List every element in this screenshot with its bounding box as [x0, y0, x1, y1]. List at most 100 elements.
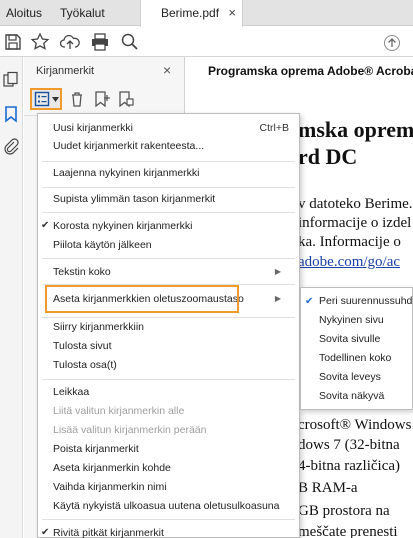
default-zoom-submenu: ✔ Peri suurennussuhde Nykyinen sivu Sovi…	[300, 287, 413, 410]
menu-item-label: Käytä nykyistä ulkoasua uutena oletusulk…	[53, 500, 280, 512]
bookmark-tag-icon[interactable]	[118, 91, 134, 107]
menu-item-label: Vaihda kirjanmerkin nimi	[53, 481, 167, 493]
document-text-line: meščate prenesti	[298, 524, 398, 538]
document-text-line: 4-bitna različica)	[298, 458, 401, 474]
options-icon	[34, 91, 50, 107]
tab-tools[interactable]: Työkalut	[60, 0, 105, 26]
panel-title: Kirjanmerkit	[36, 65, 95, 77]
left-rail	[0, 57, 23, 538]
menu-separator	[42, 519, 295, 520]
menu-item-cut[interactable]: Leikkaa	[38, 382, 299, 402]
menu-item-label: Poista kirjanmerkit	[53, 443, 139, 455]
highlight-frame	[45, 285, 239, 313]
document-text-line: B RAM-a	[298, 480, 358, 496]
submenu-item-label: Nykyinen sivu	[319, 314, 384, 326]
menu-item-paste-under[interactable]: Liitä valitun kirjanmerkin alle	[38, 401, 299, 421]
menu-item-print-sections[interactable]: Tulosta osa(t)	[38, 355, 299, 375]
menu-separator	[42, 161, 295, 162]
submenu-item-fit-visible[interactable]: Sovita näkyvä	[301, 387, 412, 406]
submenu-item-fit-page[interactable]: Sovita sivulle	[301, 330, 412, 349]
menu-item-shortcut: Ctrl+B	[259, 122, 289, 134]
menu-separator	[42, 258, 295, 259]
menu-item-label: Liitä valitun kirjanmerkin alle	[53, 405, 185, 417]
document-heading-line-1: mska oprema	[298, 117, 413, 142]
menu-item-label: Tekstin koko	[53, 266, 111, 278]
document-link[interactable]: adobe.com/go/ac	[298, 254, 400, 271]
menu-item-text-size[interactable]: Tekstin koko ▶	[38, 262, 299, 282]
submenu-item-inherit-zoom[interactable]: ✔ Peri suurennussuhde	[301, 292, 413, 311]
panel-toolbar	[24, 84, 185, 116]
menu-item-print-pages[interactable]: Tulosta sivut	[38, 336, 299, 356]
bookmarks-panel-icon[interactable]	[2, 105, 20, 123]
menu-item-highlight-current[interactable]: ✔ Korosta nykyinen kirjanmerkki	[38, 216, 299, 236]
scroll-up-icon[interactable]	[383, 34, 401, 52]
tab-document-label: Berime.pdf	[161, 6, 220, 20]
submenu-item-current-page[interactable]: Nykyinen sivu	[301, 311, 412, 330]
submenu-item-label: Sovita sivulle	[319, 333, 381, 345]
check-icon: ✔	[305, 296, 314, 307]
bookmark-star-icon[interactable]	[30, 32, 50, 52]
menu-item-label: Leikkaa	[53, 386, 90, 398]
attachments-icon[interactable]	[2, 137, 20, 155]
tab-document[interactable]: Berime.pdf ×	[140, 0, 243, 27]
menu-item-label: Piilota käytön jälkeen	[53, 239, 152, 251]
menu-item-label: Lisää valitun kirjanmerkin perään	[53, 424, 207, 436]
chevron-down-icon	[52, 97, 59, 102]
document-text-line: GB prostora na	[298, 503, 390, 519]
menu-item-label: Tulosta sivut	[53, 340, 112, 352]
menu-item-set-default-appearance[interactable]: Käytä nykyistä ulkoasua uutena oletusulk…	[38, 496, 299, 516]
menu-item-set-destination[interactable]: Aseta kirjanmerkin kohde	[38, 458, 299, 478]
document-header: Programska oprema Adobe® Acrobat® DC	[208, 64, 413, 78]
menu-item-label: Korosta nykyinen kirjanmerkki	[53, 220, 193, 232]
menu-separator	[42, 212, 295, 213]
zoom-icon[interactable]	[120, 32, 140, 52]
menu-item-label: Laajenna nykyinen kirjanmerkki	[53, 167, 200, 179]
menu-item-expand-current[interactable]: Laajenna nykyinen kirjanmerkki	[38, 163, 299, 183]
submenu-item-label: Todellinen koko	[319, 352, 392, 364]
check-icon: ✔	[41, 527, 50, 538]
menu-item-new-bookmark[interactable]: Uusi kirjanmerkki Ctrl+B	[38, 118, 299, 138]
menu-item-label: Supista ylimmän tason kirjanmerkit	[53, 193, 216, 205]
menu-item-label: Tulosta osa(t)	[53, 359, 117, 371]
document-text-line: v datoteko Berime.	[298, 196, 413, 212]
document-text-line: informacije o izdel	[298, 215, 412, 231]
menu-item-paste-after[interactable]: Lisää valitun kirjanmerkin perään	[38, 420, 299, 440]
menu-item-label: Siirry kirjanmerkkiin	[53, 321, 145, 333]
menu-item-label: Rivitä pitkät kirjanmerkit	[53, 527, 164, 538]
menu-item-label: Uudet kirjanmerkit rakenteesta...	[53, 140, 205, 152]
menu-item-label: Uusi kirjanmerkki	[53, 122, 133, 134]
menu-item-wrap-long[interactable]: ✔ Rivitä pitkät kirjanmerkit	[38, 523, 299, 538]
menu-item-delete-bookmarks[interactable]: Poista kirjanmerkit	[38, 439, 299, 459]
save-icon[interactable]	[3, 32, 23, 52]
close-tab-icon[interactable]: ×	[228, 0, 236, 26]
check-icon: ✔	[41, 220, 50, 231]
tab-home[interactable]: Aloitus	[6, 0, 42, 26]
main-toolbar	[0, 27, 413, 57]
submenu-arrow-icon: ▶	[274, 294, 281, 303]
close-icon[interactable]: ×	[163, 62, 171, 78]
page-thumbnails-icon[interactable]	[2, 71, 20, 89]
menu-item-label: Aseta kirjanmerkin kohde	[53, 462, 171, 474]
add-bookmark-icon[interactable]	[94, 91, 110, 107]
bookmark-options-menu: Uusi kirjanmerkki Ctrl+B Uudet kirjanmer…	[37, 113, 300, 538]
upload-icon[interactable]	[60, 32, 80, 52]
menu-separator	[42, 379, 295, 380]
options-menu-button[interactable]	[30, 88, 62, 110]
menu-item-go-to-bookmark[interactable]: Siirry kirjanmerkkiin	[38, 317, 299, 337]
menu-item-collapse-top-level[interactable]: Supista ylimmän tason kirjanmerkit	[38, 189, 299, 209]
submenu-item-actual-size[interactable]: Todellinen koko	[301, 349, 412, 368]
document-text-line: crosoft® Windows	[298, 417, 412, 433]
menu-item-new-from-structure[interactable]: Uudet kirjanmerkit rakenteesta...	[38, 136, 299, 156]
tab-bar: Aloitus Työkalut Berime.pdf ×	[0, 0, 413, 27]
document-heading-line-2: rd DC	[298, 144, 358, 169]
print-icon[interactable]	[90, 32, 110, 52]
menu-item-hide-after-use[interactable]: Piilota käytön jälkeen	[38, 235, 299, 255]
menu-separator	[42, 187, 295, 188]
submenu-item-label: Sovita leveys	[319, 371, 381, 383]
submenu-item-label: Peri suurennussuhde	[319, 295, 413, 307]
menu-item-rename[interactable]: Vaihda kirjanmerkin nimi	[38, 477, 299, 497]
submenu-item-label: Sovita näkyvä	[319, 390, 385, 402]
submenu-arrow-icon: ▶	[274, 267, 281, 276]
submenu-item-fit-width[interactable]: Sovita leveys	[301, 368, 412, 387]
delete-icon[interactable]	[69, 91, 85, 107]
